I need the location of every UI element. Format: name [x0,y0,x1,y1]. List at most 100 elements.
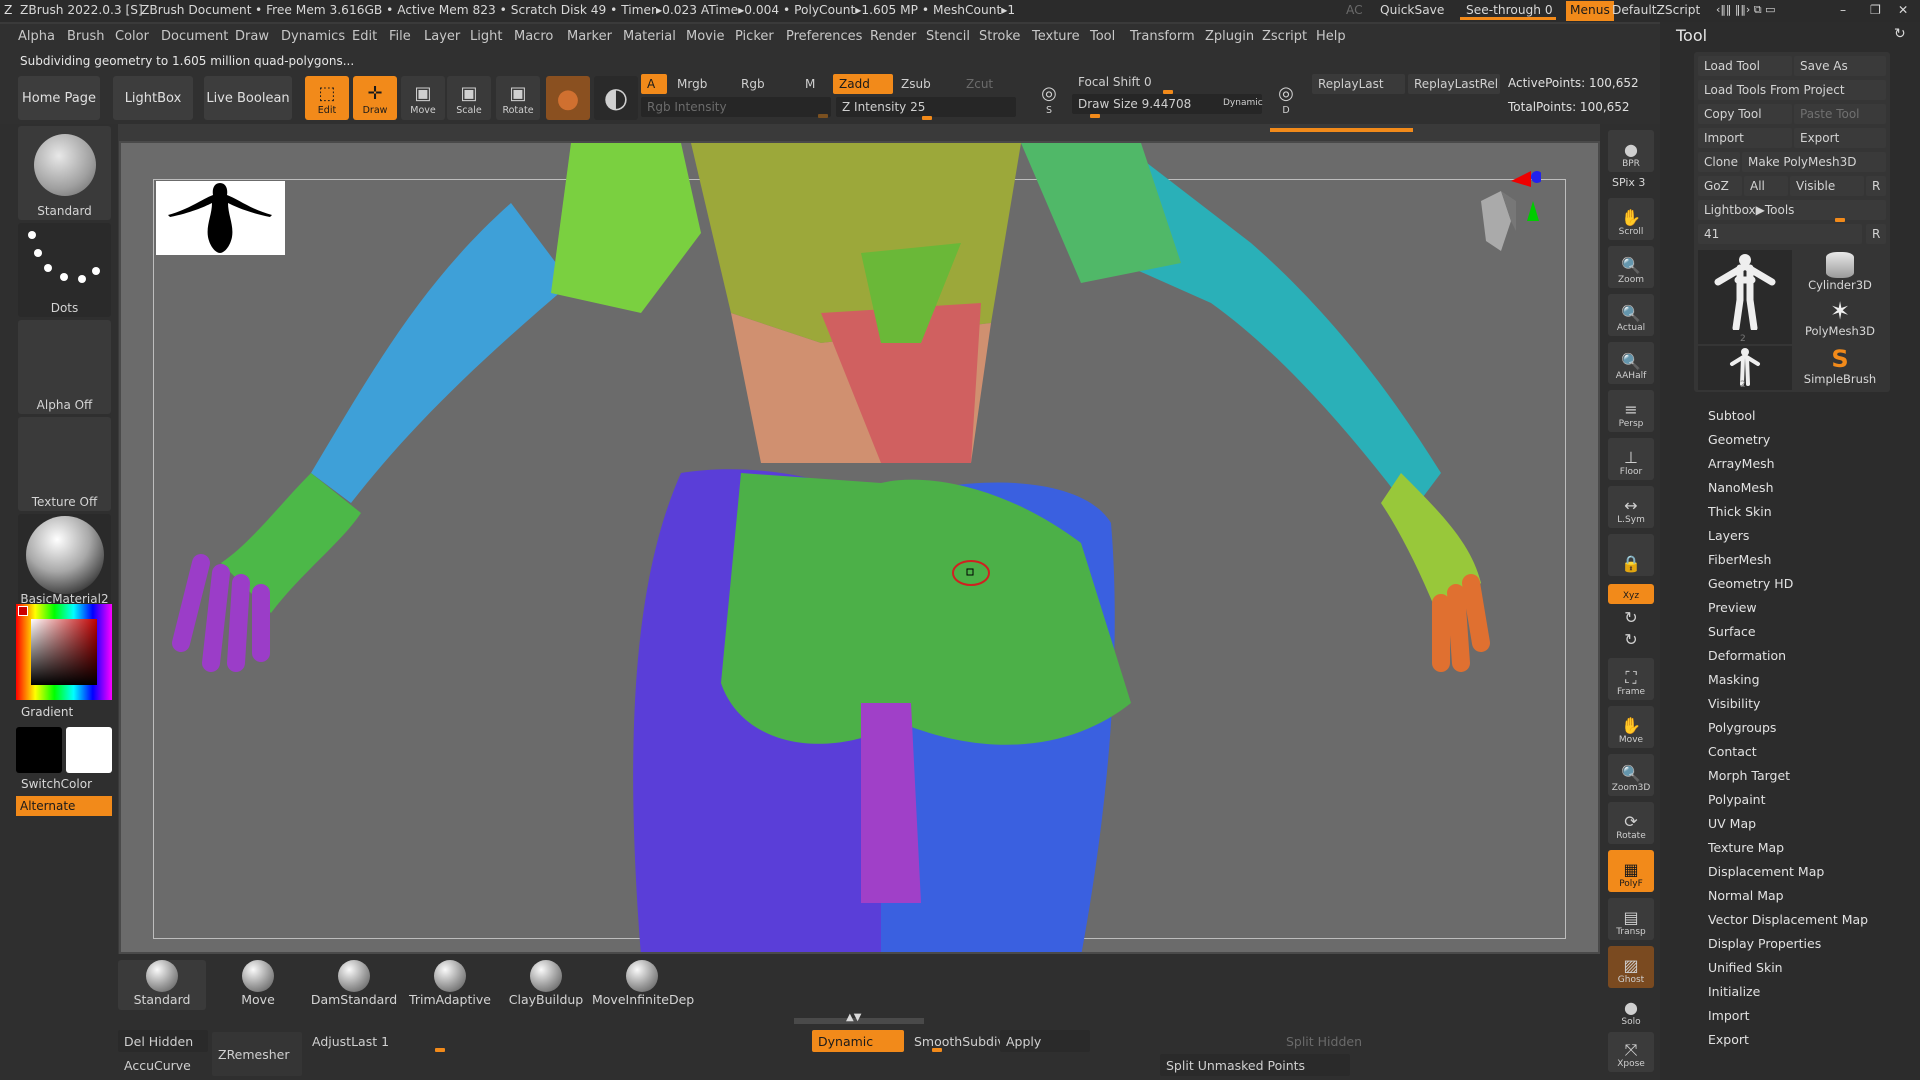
menu-movie[interactable]: Movie [686,29,724,44]
see-through-slider[interactable]: See-through 0 [1460,3,1556,20]
default-zscript-button[interactable]: DefaultZScript [1612,3,1700,17]
menu-brush[interactable]: Brush [67,29,105,44]
del-hidden-button[interactable]: Del Hidden [118,1030,208,1052]
draw-mode-button[interactable]: ✛ Draw [353,76,397,120]
brush-standard[interactable]: Standard [118,960,206,1010]
xpose-button[interactable]: ⤧ Xpose [1608,1032,1654,1072]
clone-button[interactable]: Clone [1698,152,1740,172]
material-preview-button[interactable]: ● [546,76,590,120]
gradient-label[interactable]: Gradient [21,705,73,719]
draw-d-icon[interactable]: ◎ D [1268,76,1304,120]
menu-initialize[interactable]: Initialize [1708,984,1760,999]
split-hidden-button[interactable]: Split Hidden [1256,1030,1386,1052]
menu-light[interactable]: Light [470,29,502,44]
move-view-button[interactable]: ✋ Move [1608,706,1654,748]
zremesher-button[interactable]: ZRemesher [212,1032,302,1076]
color-picker[interactable] [16,604,112,700]
menu-help[interactable]: Help [1316,29,1346,44]
move-mode-button[interactable]: ▣ Move [401,76,445,120]
menu-display-properties[interactable]: Display Properties [1708,936,1821,951]
save-as-button[interactable]: Save As [1794,56,1886,76]
main-color-swatch[interactable] [18,606,28,616]
menu-edit[interactable]: Edit [352,29,377,44]
alternate-button[interactable]: Alternate [16,796,112,816]
zoom3d-button[interactable]: 🔍 Zoom3D [1608,754,1654,796]
color-sphere-button[interactable]: ◐ [594,76,638,120]
z-intensity-knob[interactable] [922,116,932,120]
menu-color[interactable]: Color [115,29,149,44]
menu-export[interactable]: Export [1708,1032,1749,1047]
menu-thick-skin[interactable]: Thick Skin [1708,504,1772,519]
ac-toggle[interactable]: AC [1346,3,1363,17]
bpr-button[interactable]: ● BPR [1608,130,1654,172]
switch-color-button[interactable]: SwitchColor [21,777,92,791]
menu-contact[interactable]: Contact [1708,744,1757,759]
rgb-intensity-slider[interactable]: Rgb Intensity [641,97,831,117]
split-unmasked-points-button[interactable]: Split Unmasked Points [1160,1054,1350,1076]
menu-preview[interactable]: Preview [1708,600,1757,615]
quicksave-button[interactable]: QuickSave [1380,3,1444,17]
lightbox-button[interactable]: LightBox [113,76,193,120]
menu-fibermesh[interactable]: FiberMesh [1708,552,1771,567]
import-button[interactable]: Import [1698,128,1792,148]
rotate-mode-button[interactable]: ▣ Rotate [496,76,540,120]
tool-r-button[interactable]: R [1866,224,1886,244]
menu-render[interactable]: Render [870,29,916,44]
persp-button[interactable]: ≡ Persp [1608,390,1654,432]
menu-macro[interactable]: Macro [514,29,553,44]
adjust-last-knob[interactable] [435,1048,445,1052]
rotate-z-button[interactable]: ↻ [1608,631,1654,652]
lock-button[interactable]: 🔒 [1608,534,1654,576]
scale-mode-button[interactable]: ▣ Scale [447,76,491,120]
brush-move[interactable]: Move [214,960,302,1010]
menu-morph-target[interactable]: Morph Target [1708,768,1790,783]
apply-button[interactable]: Apply [1000,1030,1090,1052]
z-intensity-slider[interactable]: Z Intensity 25 [836,97,1016,117]
zcut-button[interactable]: Zcut [960,74,1010,94]
navigation-gizmo[interactable] [1471,161,1543,261]
goz-all-button[interactable]: All [1744,176,1788,196]
rgb-intensity-knob[interactable] [818,114,828,118]
export-button[interactable]: Export [1794,128,1886,148]
brush-trimadaptive[interactable]: TrimAdaptive [406,960,494,1010]
menu-zplugin[interactable]: Zplugin [1205,29,1254,44]
floor-button[interactable]: ⊥ Floor [1608,438,1654,480]
alpha-selector[interactable]: Alpha Off [18,320,111,414]
solo-button[interactable]: ● Solo [1608,992,1654,1030]
rgb-button[interactable]: Rgb [735,74,775,94]
model-render[interactable] [121,143,1600,954]
menu-surface[interactable]: Surface [1708,624,1756,639]
dynamic-subdiv-button[interactable]: Dynamic [812,1030,904,1052]
secondary-color-swatch[interactable] [66,727,112,773]
polyf-button[interactable]: ▦ PolyF [1608,850,1654,892]
color-square[interactable] [31,619,97,685]
frame-button[interactable]: ⛶ Frame [1608,658,1654,700]
simplebrush-thumb[interactable]: S SimpleBrush [1794,346,1886,390]
menu-document[interactable]: Document [161,29,228,44]
home-page-button[interactable]: Home Page [18,76,100,120]
aahalf-button[interactable]: 🔍 AAHalf [1608,342,1654,384]
a-button[interactable]: A [641,74,667,94]
menu-nanomesh[interactable]: NanoMesh [1708,480,1774,495]
accucurve-button[interactable]: AccuCurve [118,1054,208,1076]
smooth-subdiv-button[interactable]: SmoothSubdiv [908,1030,1005,1052]
load-tools-from-project-button[interactable]: Load Tools From Project [1698,80,1886,100]
stroke-selector[interactable]: Dots [18,223,111,317]
lightbox-tools-button[interactable]: Lightbox▶Tools [1698,200,1886,220]
menu-preferences[interactable]: Preferences [786,29,862,44]
menu-picker[interactable]: Picker [735,29,774,44]
menu-stroke[interactable]: Stroke [979,29,1020,44]
menu-tool[interactable]: Tool [1090,29,1115,44]
focal-s-icon[interactable]: ◎ S [1031,76,1067,120]
menu-geometry[interactable]: Geometry [1708,432,1770,447]
material-selector[interactable]: BasicMaterial2 [18,514,111,608]
menu-stencil[interactable]: Stencil [926,29,970,44]
minimize-icon[interactable]: – [1840,3,1846,17]
zoom-button[interactable]: 🔍 Zoom [1608,246,1654,288]
menu-transform[interactable]: Transform [1130,29,1195,44]
layout-icons[interactable]: ‹‖‖ ‖‖› ⧉ ▭ [1716,3,1776,17]
scroll-button[interactable]: ✋ Scroll [1608,198,1654,240]
menu-polygroups[interactable]: Polygroups [1708,720,1776,735]
goz-button[interactable]: GoZ [1698,176,1742,196]
menu-draw[interactable]: Draw [235,29,269,44]
